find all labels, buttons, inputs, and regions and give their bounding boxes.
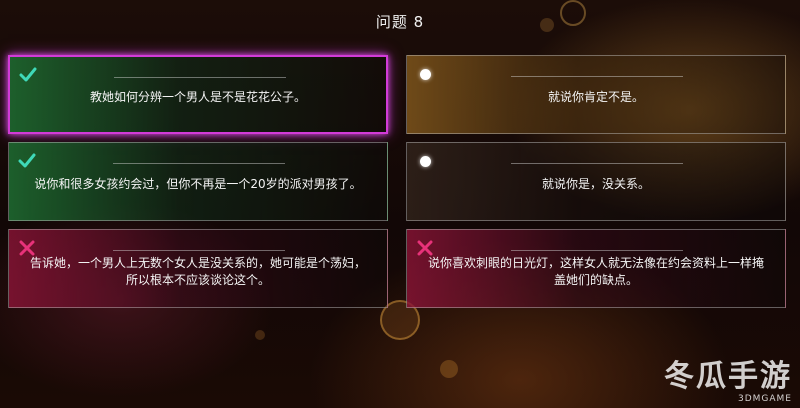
question-title: 问题 8 [375,13,425,31]
watermark-logo: 冬瓜手游 3DMGAME [664,359,792,405]
answer-card-3[interactable]: 说你和很多女孩约会过，但你不再是一个20岁的派对男孩了。 [8,142,388,221]
answer-card-4[interactable]: 就说你是，没关系。 [406,142,786,221]
dot-icon [420,156,431,167]
answer-card-2[interactable]: 就说你肯定不是。 [406,55,786,134]
bokeh-light [255,330,265,340]
bokeh-light [440,360,458,378]
answer-text: 告诉她，一个男人上无数个女人是没关系的，她可能是个荡妇，所以根本不应该谈论这个。 [29,255,366,287]
answer-divider [511,250,683,251]
dot-icon [420,69,431,80]
answer-divider [511,163,683,164]
answer-card-6[interactable]: 说你喜欢刺眼的日光灯，这样女人就无法像在约会资料上一样掩盖她们的缺点。 [406,229,786,308]
answer-text: 就说你是，没关系。 [541,177,650,191]
watermark-site: 3DMGAME [737,394,792,404]
answer-divider [114,77,286,78]
answer-divider [113,250,285,251]
check-icon [18,153,36,168]
answer-text: 就说你肯定不是。 [547,90,644,104]
answer-divider [113,163,285,164]
check-icon [19,67,37,82]
watermark-title: 冬瓜手游 [664,359,792,394]
answer-text: 说你和很多女孩约会过，但你不再是一个20岁的派对男孩了。 [34,177,362,191]
answer-divider [511,76,683,77]
answer-card-1[interactable]: 教她如何分辨一个男人是不是花花公子。 [8,55,388,134]
answer-card-5[interactable]: 告诉她，一个男人上无数个女人是没关系的，她可能是个荡妇，所以根本不应该谈论这个。 [8,229,388,308]
answer-text: 教她如何分辨一个男人是不是花花公子。 [89,90,306,104]
answer-text: 说你喜欢刺眼的日光灯，这样女人就无法像在约会资料上一样掩盖她们的缺点。 [427,255,764,287]
